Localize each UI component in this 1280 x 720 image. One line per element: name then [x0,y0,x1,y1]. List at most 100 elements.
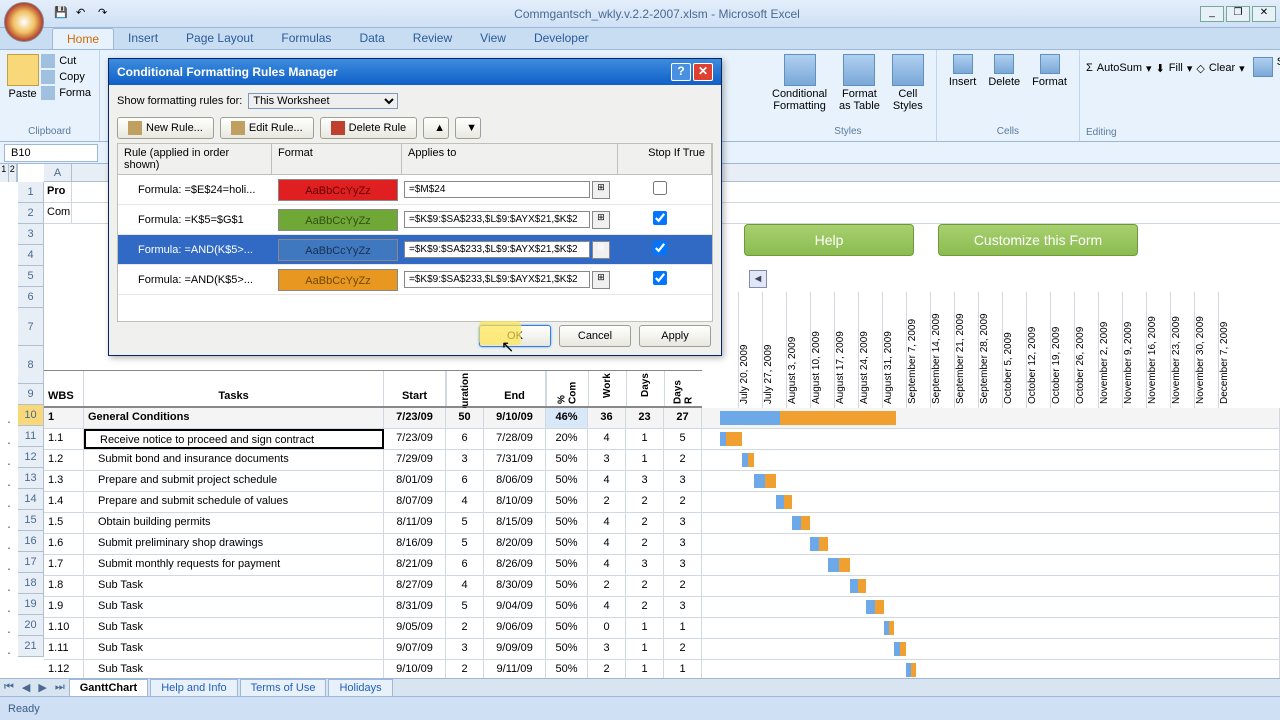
row-header[interactable]: 10 [18,405,43,426]
fill-button[interactable]: ⬇ Fill ▾ [1156,61,1193,76]
row-header[interactable]: 12 [18,447,43,468]
row-header[interactable]: 3 [18,224,43,245]
ribbon-tab-insert[interactable]: Insert [114,28,172,49]
row-header[interactable]: 4 [18,245,43,266]
row-header[interactable]: 19 [18,594,43,615]
task-row[interactable]: 1.7Submit monthly requests for payment8/… [44,555,1280,576]
stop-checkbox[interactable] [653,271,667,285]
sheet-tab[interactable]: GanttChart [69,679,148,696]
move-up-button[interactable]: ▲ [423,117,449,139]
close-button[interactable]: ✕ [1252,6,1276,22]
dialog-close-button[interactable]: ✕ [693,63,713,81]
row-header[interactable]: 18 [18,573,43,594]
range-picker-icon[interactable]: ⊞ [592,271,610,289]
task-row[interactable]: 1.8Sub Task8/27/0948/30/0950%222 [44,576,1280,597]
row-header[interactable]: 13 [18,468,43,489]
ribbon-tab-data[interactable]: Data [345,28,398,49]
outline-dot[interactable]: · [2,623,16,639]
task-row[interactable]: 1.9Sub Task8/31/0959/04/0950%423 [44,597,1280,618]
autosum-button[interactable]: Σ AutoSum ▾ [1086,61,1152,76]
task-row[interactable]: 1.6Submit preliminary shop drawings8/16/… [44,534,1280,555]
outline-dot[interactable]: · [2,518,16,534]
row-header[interactable]: 5 [18,266,43,287]
task-row[interactable]: 1.4Prepare and submit schedule of values… [44,492,1280,513]
outline-controls[interactable]: 12 [0,164,18,182]
outline-dot[interactable]: · [2,434,16,450]
save-icon[interactable]: 💾 [54,6,70,22]
conditional-formatting-button[interactable]: Conditional Formatting [766,52,833,114]
task-row[interactable]: 1General Conditions7/23/09509/10/0946%36… [44,408,1280,429]
tab-nav-last[interactable]: ⏭ [51,681,69,694]
row-header[interactable]: 16 [18,531,43,552]
customize-button[interactable]: Customize this Form [938,224,1138,256]
sheet-tab[interactable]: Terms of Use [240,679,327,696]
ribbon-tab-review[interactable]: Review [399,28,466,49]
range-picker-icon[interactable]: ⊞ [592,211,610,229]
sheet-tab[interactable]: Holidays [328,679,392,696]
outline-dot[interactable]: · [2,644,16,660]
redo-icon[interactable]: ↷ [98,6,114,22]
sort-filter-button[interactable]: Sort & Filter [1253,54,1280,82]
insert-button[interactable]: Insert [943,52,983,90]
row-header[interactable]: 15 [18,510,43,531]
outline-dot[interactable]: · [2,560,16,576]
outline-dot[interactable]: · [2,602,16,618]
task-row[interactable]: 1.11Sub Task9/07/0939/09/0950%312 [44,639,1280,660]
minimize-button[interactable]: _ [1200,6,1224,22]
format-as-table-button[interactable]: Format as Table [833,52,886,114]
outline-dot[interactable]: · [2,455,16,471]
outline-dot[interactable]: · [2,497,16,513]
rule-row[interactable]: Formula: =AND(K$5>...AaBbCcYyZz=$K$9:$SA… [118,265,712,295]
dialog-titlebar[interactable]: Conditional Formatting Rules Manager ? ✕ [109,59,721,85]
delete-rule-button[interactable]: Delete Rule [320,117,417,139]
row-header[interactable]: 9 [18,384,43,405]
stop-checkbox[interactable] [653,211,667,225]
format-button[interactable]: Format [1026,52,1073,90]
range-picker-icon[interactable]: ⊞ [592,241,610,259]
row-header[interactable]: 7 [18,308,43,346]
task-row[interactable]: 1.10Sub Task9/05/0929/06/0950%011 [44,618,1280,639]
clear-button[interactable]: ◇ Clear ▾ [1196,61,1244,76]
task-row[interactable]: 1.5Obtain building permits8/11/0958/15/0… [44,513,1280,534]
move-down-button[interactable]: ▼ [455,117,481,139]
dialog-help-button[interactable]: ? [671,63,691,81]
paste-button[interactable]: Paste [6,52,39,102]
cut-button[interactable]: Cut [41,54,91,68]
undo-icon[interactable]: ↶ [76,6,92,22]
outline-dot[interactable]: · [2,539,16,555]
rule-row[interactable]: Formula: =$E$24=holi...AaBbCcYyZz=$M$24⊞ [118,175,712,205]
name-box[interactable]: B10 [4,144,98,162]
row-headers[interactable]: 123456789101112131415161718192021 [18,182,44,657]
cell-styles-button[interactable]: Cell Styles [886,52,930,114]
sheet-tab[interactable]: Help and Info [150,679,237,696]
row-header[interactable]: 1 [18,182,43,203]
ribbon-tab-developer[interactable]: Developer [520,28,603,49]
format-painter-button[interactable]: Forma [41,86,91,100]
new-rule-button[interactable]: New Rule... [117,117,214,139]
task-row[interactable]: 1.1Receive notice to proceed and sign co… [44,429,1280,450]
range-picker-icon[interactable]: ⊞ [592,181,610,199]
tab-nav-first[interactable]: ⏮ [0,681,18,694]
rule-row[interactable]: Formula: =AND(K$5>...AaBbCcYyZz=$K$9:$SA… [118,235,712,265]
ribbon-tab-formulas[interactable]: Formulas [267,28,345,49]
row-header[interactable]: 14 [18,489,43,510]
ribbon-tab-page-layout[interactable]: Page Layout [172,28,267,49]
stop-checkbox[interactable] [653,181,667,195]
row-header[interactable]: 11 [18,426,43,447]
outline-dot[interactable]: · [2,476,16,492]
outline-dot[interactable]: · [2,581,16,597]
help-button[interactable]: Help [744,224,914,256]
cancel-button[interactable]: Cancel [559,325,631,347]
rules-list[interactable]: Formula: =$E$24=holi...AaBbCcYyZz=$M$24⊞… [117,174,713,322]
delete-button[interactable]: Delete [982,52,1026,90]
row-header[interactable]: 2 [18,203,43,224]
ribbon-tab-view[interactable]: View [466,28,520,49]
rule-row[interactable]: Formula: =K$5=$G$1AaBbCcYyZz=$K$9:$SA$23… [118,205,712,235]
apply-button[interactable]: Apply [639,325,711,347]
task-row[interactable]: 1.2Submit bond and insurance documents7/… [44,450,1280,471]
tab-nav-next[interactable]: ▶ [34,681,50,694]
edit-rule-button[interactable]: Edit Rule... [220,117,314,139]
outline-dot[interactable]: · [2,413,16,429]
stop-checkbox[interactable] [653,241,667,255]
row-header[interactable]: 17 [18,552,43,573]
